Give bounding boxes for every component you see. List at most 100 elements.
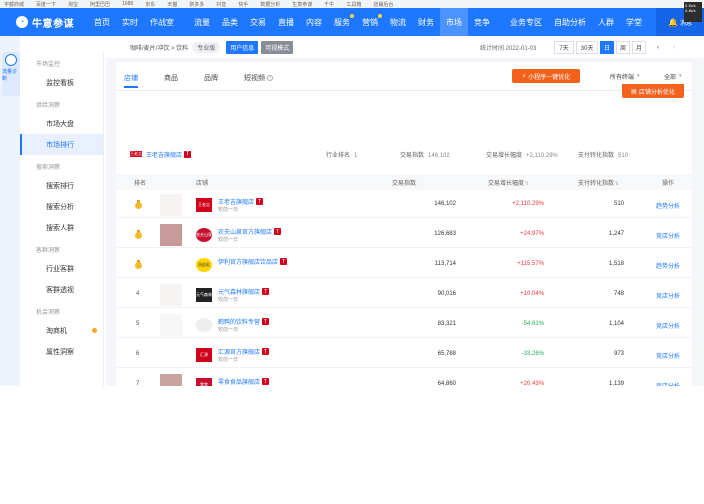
row-action-link[interactable]: 趋势分析 bbox=[656, 261, 680, 270]
row-action-link[interactable]: 竞店分析 bbox=[656, 291, 680, 300]
shop-name-link[interactable]: 农夫山泉官方旗舰店 T bbox=[218, 227, 282, 236]
date-range-button[interactable]: 日 bbox=[600, 41, 614, 54]
my-shop-logo: 王老吉 bbox=[130, 151, 142, 157]
shop-name-link[interactable]: 鹤鸭的饮料专营 T bbox=[218, 317, 270, 326]
th-conversion[interactable]: 支付转化指数⇅ bbox=[578, 178, 619, 187]
nav-item[interactable]: 服务 bbox=[328, 8, 356, 36]
nav-item[interactable]: 物流 bbox=[384, 8, 412, 36]
row-action-link[interactable]: 竞店分析 bbox=[656, 321, 680, 330]
shop-logo: 农夫山泉 bbox=[196, 228, 212, 242]
sidebar-item[interactable]: 行业客群 bbox=[20, 258, 103, 279]
sidebar-item[interactable]: 搜索人群 bbox=[20, 217, 103, 238]
bookmark-item[interactable]: 店铺后台 bbox=[373, 1, 393, 8]
shop-compare-label: 较前一日 bbox=[218, 357, 239, 363]
nav-item-market[interactable]: 市场 bbox=[440, 8, 468, 36]
nav-item[interactable]: 直播 bbox=[272, 8, 300, 36]
date-range-button[interactable]: 周 bbox=[616, 41, 630, 54]
nav-item-label: 内容 bbox=[306, 17, 322, 27]
date-range-button[interactable]: 7天 bbox=[554, 41, 574, 54]
sidebar-item[interactable]: 市场大盘 bbox=[20, 113, 103, 134]
bookmark-item[interactable]: 淘宝 bbox=[68, 1, 78, 8]
nav-item-competition[interactable]: 竞争 bbox=[468, 8, 496, 36]
bookmark-item[interactable]: 抖音 bbox=[216, 1, 226, 8]
bookmark-item[interactable]: 阿里巴巴 bbox=[90, 1, 110, 8]
shop-name-link[interactable]: 元气森林旗舰店 T bbox=[218, 287, 270, 296]
shop-logo: 元气森林 bbox=[196, 288, 212, 302]
app-logo[interactable]: ◔ 牛意参谋 bbox=[0, 15, 88, 30]
nav-item[interactable]: 营销 bbox=[356, 8, 384, 36]
bookmark-item[interactable]: 千牛 bbox=[324, 1, 334, 8]
visual-mode-button[interactable]: 可视模式 bbox=[261, 40, 294, 54]
nav-item[interactable]: 人群 bbox=[592, 8, 620, 36]
nav-item[interactable]: 学堂 bbox=[620, 8, 648, 36]
shop-analysis-button[interactable]: ▤ 店铺分析优化 bbox=[622, 84, 684, 98]
shop-name-text: 农夫山泉官方旗舰店 bbox=[218, 230, 273, 236]
nav-item[interactable]: 交易 bbox=[244, 8, 272, 36]
sidebar-item[interactable]: 市场排行 bbox=[20, 134, 103, 155]
bookmark-item[interactable]: 工具箱 bbox=[346, 1, 361, 8]
bookmark-item[interactable]: 百度一下 bbox=[36, 1, 56, 8]
bookmark-item[interactable]: 数据分析 bbox=[260, 1, 280, 8]
nav-item[interactable]: 作战室 bbox=[144, 8, 180, 36]
tab-item[interactable]: 短视频? bbox=[244, 68, 273, 88]
tab-item[interactable]: 品牌 bbox=[204, 68, 218, 88]
user-info-button[interactable]: 用户信息 bbox=[226, 40, 259, 54]
new-dot-icon bbox=[350, 14, 354, 18]
nav-item-label: 流量 bbox=[194, 17, 210, 27]
row-action-link[interactable]: 趋势分析 bbox=[656, 201, 680, 210]
nav-item[interactable]: 业务专区 bbox=[504, 8, 548, 36]
shop-name-link[interactable]: 伊利官方旗舰店饮品店 T bbox=[218, 257, 288, 266]
summary-growth: 交易增长幅度 +2,110.29% bbox=[486, 152, 558, 159]
sidebar-item[interactable]: 客群透视 bbox=[20, 279, 103, 300]
tmall-badge-icon: T bbox=[256, 198, 264, 205]
bookmark-item[interactable]: 1688 bbox=[122, 1, 133, 7]
category-selector[interactable]: 咖啡/麦片/冲饮 > 饮料 bbox=[130, 43, 188, 52]
next-date-button[interactable]: › bbox=[668, 41, 680, 54]
nav-item[interactable]: 流量 bbox=[188, 8, 216, 36]
sidebar-item[interactable]: 搜索排行 bbox=[20, 175, 103, 196]
edition-tag[interactable]: 专业版 bbox=[192, 41, 221, 53]
bookmark-item[interactable]: 快手 bbox=[238, 1, 248, 8]
nav-item[interactable]: 首页 bbox=[88, 8, 116, 36]
row-action-link[interactable]: 竞店分析 bbox=[656, 231, 680, 240]
shop-name-link[interactable]: 汇源官方旗舰店 T bbox=[218, 347, 270, 356]
th-trade[interactable]: 交易指数↓ bbox=[392, 178, 420, 187]
sidebar-item[interactable]: 监控看板 bbox=[20, 72, 103, 93]
date-range-button[interactable]: 月 bbox=[632, 41, 646, 54]
tab-item[interactable]: 店铺 bbox=[124, 68, 138, 88]
sidebar-group-title: 客群洞察 bbox=[36, 247, 61, 254]
shop-name-text: 汇源官方旗舰店 bbox=[218, 350, 261, 356]
nav-item-label: 自助分析 bbox=[554, 17, 586, 27]
shop-name-link[interactable]: 王老吉旗舰店 T bbox=[218, 197, 264, 206]
medal-coin bbox=[135, 202, 142, 209]
trade-growth: +2,110.29% bbox=[512, 201, 544, 207]
bookmark-item[interactable]: 天猫 bbox=[167, 1, 177, 8]
type-select[interactable]: 全部 bbox=[664, 70, 682, 82]
sidebar-item[interactable]: 属性洞察 bbox=[20, 341, 103, 362]
bookmark-item[interactable]: 京东 bbox=[145, 1, 155, 8]
tab-item[interactable]: 商品 bbox=[164, 68, 178, 88]
my-shop-name[interactable]: 王老吉旗舰店 bbox=[146, 150, 182, 159]
prev-date-button[interactable]: ‹ bbox=[652, 41, 664, 54]
nav-item[interactable]: 自助分析 bbox=[548, 8, 592, 36]
date-range-button[interactable]: 30天 bbox=[576, 41, 598, 54]
bookmark-item[interactable]: 生意参谋 bbox=[292, 1, 312, 8]
sidebar-item[interactable]: 淘商机 bbox=[20, 320, 103, 341]
table-header: 排名 店铺 交易指数↓ 交易增长幅度⇅ 支付转化指数⇅ 操作 bbox=[116, 174, 692, 190]
assistant-widget[interactable]: 流量诊断 bbox=[2, 52, 20, 96]
nav-item[interactable]: 财务 bbox=[412, 8, 440, 36]
bookmark-item[interactable]: 拼多多 bbox=[189, 1, 204, 8]
terminal-select[interactable]: 所有终端 bbox=[610, 70, 640, 82]
tmall-badge-icon: T bbox=[274, 228, 282, 235]
bookmarks-bar: 宇都商城 百度一下 淘宝 阿里巴巴 1688 京东 天猫 拼多多 抖音 快手 数据分析 生意参谋 千牛 工… bbox=[0, 0, 704, 8]
bookmark-item[interactable]: 宇都商城 bbox=[4, 1, 24, 8]
sidebar-item[interactable]: 搜索分析 bbox=[20, 196, 103, 217]
tab-label: 店铺 bbox=[124, 75, 138, 82]
row-action-link[interactable]: 竞店分析 bbox=[656, 351, 680, 360]
nav-item[interactable]: 实时 bbox=[116, 8, 144, 36]
shop-name-link[interactable]: 零食食品旗舰店 T bbox=[218, 377, 270, 386]
nav-item[interactable]: 内容 bbox=[300, 8, 328, 36]
th-growth[interactable]: 交易增长幅度⇅ bbox=[488, 178, 529, 187]
optimize-button[interactable]: ⚡ 小程序一键优化 bbox=[512, 69, 580, 83]
nav-item[interactable]: 品类 bbox=[216, 8, 244, 36]
